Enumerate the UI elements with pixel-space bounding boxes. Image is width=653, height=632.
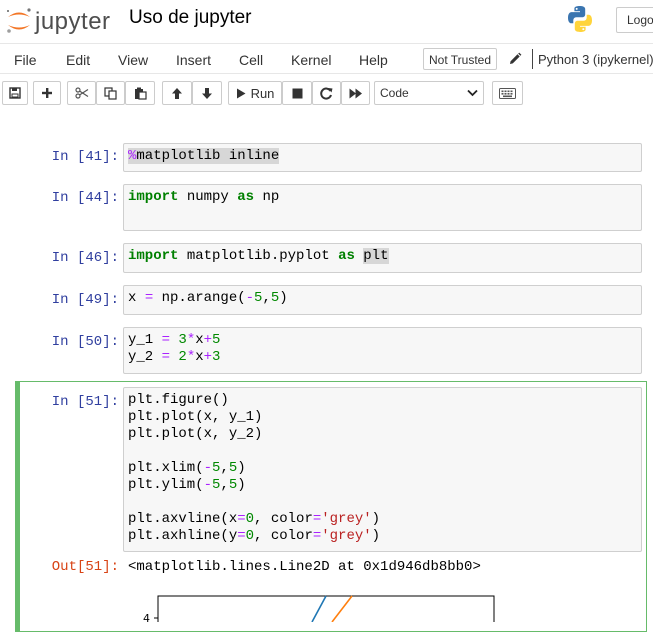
y-tick-label: 4	[143, 612, 150, 622]
kernel-indicator[interactable]: Python 3 (ipykernel)	[538, 52, 653, 67]
code-editor[interactable]: import matplotlib.pyplot as plt	[123, 243, 642, 273]
code-line: y_2 = 2*x+3	[128, 349, 221, 365]
code-line: plt.plot(x, y_1)	[128, 409, 263, 425]
logout-button[interactable]: Logout	[616, 7, 653, 33]
input-prompt: In [44]:	[51, 190, 119, 206]
input-prompt: In [46]:	[51, 250, 119, 266]
menu-edit[interactable]: Edit	[66, 52, 90, 68]
menu-help[interactable]: Help	[359, 52, 388, 68]
run-button-label: Run	[250, 85, 275, 101]
menubar: File Edit View Insert Cell Kernel Help N…	[0, 43, 653, 74]
cut-button[interactable]	[67, 81, 96, 105]
input-prompt: In [41]:	[51, 149, 119, 165]
move-up-button[interactable]	[162, 81, 192, 105]
code-cell-selected[interactable]: In [51]: plt.figure() plt.plot(x, y_1) p…	[15, 387, 647, 553]
menu-insert[interactable]: Insert	[176, 52, 211, 68]
notebook-title[interactable]: Uso de jupyter	[129, 7, 252, 29]
code-line: import numpy as np	[128, 189, 280, 205]
copy-button[interactable]	[96, 81, 125, 105]
main-toolbar: Run Code	[0, 74, 653, 114]
code-line: plt.xlim(-5,5)	[128, 460, 246, 476]
paste-icon	[134, 87, 147, 100]
chevron-down-icon	[467, 89, 478, 97]
code-editor[interactable]: x = np.arange(-5,5)	[123, 285, 642, 315]
code-editor[interactable]: import numpy as np	[123, 184, 642, 231]
menu-file[interactable]: File	[14, 52, 37, 68]
arrow-down-icon	[202, 87, 212, 99]
plot-axes-frame	[157, 595, 495, 622]
code-line: plt.axhline(y=0, color='grey')	[128, 528, 381, 544]
interrupt-kernel-button[interactable]	[282, 81, 312, 105]
jupyter-logo-icon	[7, 8, 31, 33]
paste-button[interactable]	[125, 81, 155, 105]
fast-forward-icon	[349, 88, 362, 98]
code-cell[interactable]: In [46]: import matplotlib.pyplot as plt	[15, 243, 647, 273]
code-line: plt.plot(x, y_2)	[128, 426, 263, 442]
logo-wordmark: jupyter	[35, 8, 111, 35]
kernel-separator	[532, 49, 533, 69]
code-editor[interactable]: %matplotlib inline	[123, 143, 642, 172]
arrow-up-icon	[172, 87, 182, 99]
cell-type-value: Code	[380, 86, 409, 100]
run-button[interactable]: Run	[228, 81, 282, 105]
notebook-header: jupyter Uso de jupyter Logout	[0, 0, 653, 43]
cell-type-select[interactable]: Code	[374, 81, 484, 105]
keyboard-icon	[499, 88, 516, 99]
command-palette-button[interactable]	[492, 81, 523, 105]
output-prompt: Out[51]:	[51, 559, 119, 575]
code-cell[interactable]: In [41]: %matplotlib inline	[15, 143, 647, 173]
input-prompt: In [50]:	[51, 334, 119, 350]
not-trusted-button[interactable]: Not Trusted	[423, 48, 498, 70]
play-icon	[236, 88, 246, 98]
code-line: plt.axvline(x=0, color='grey')	[128, 511, 381, 527]
menu-kernel[interactable]: Kernel	[291, 52, 331, 68]
output-text: <matplotlib.lines.Line2D at 0x1d946db8bb…	[128, 559, 481, 575]
menu-cell[interactable]: Cell	[239, 52, 263, 68]
plus-icon	[42, 88, 52, 98]
code-line: import matplotlib.pyplot as plt	[128, 248, 389, 264]
python-logo-icon	[565, 4, 595, 34]
code-editor[interactable]: plt.figure() plt.plot(x, y_1) plt.plot(x…	[123, 387, 642, 552]
code-line: y_1 = 3*x+5	[128, 332, 221, 348]
code-editor[interactable]: y_1 = 3*x+5 y_2 = 2*x+3	[123, 327, 642, 374]
pencil-icon[interactable]	[508, 52, 522, 66]
insert-cell-button[interactable]	[33, 81, 61, 105]
menu-view[interactable]: View	[118, 52, 148, 68]
input-prompt: In [49]:	[51, 292, 119, 308]
restart-icon	[320, 87, 333, 99]
restart-run-all-button[interactable]	[341, 81, 370, 105]
jupyter-logo[interactable]: jupyter	[4, 6, 114, 36]
restart-kernel-button[interactable]	[312, 81, 341, 105]
notebook-container[interactable]: In [41]: %matplotlib inline In [44]: imp…	[0, 114, 653, 632]
code-cell[interactable]: In [44]: import numpy as np	[15, 184, 647, 231]
save-icon	[9, 87, 21, 99]
stop-icon	[292, 88, 302, 98]
code-line: x = np.arange(-5,5)	[128, 290, 288, 306]
scissors-icon	[74, 87, 88, 99]
save-button[interactable]	[2, 81, 28, 105]
input-prompt: In [51]:	[51, 394, 119, 410]
move-down-button[interactable]	[192, 81, 222, 105]
code-line: plt.ylim(-5,5)	[128, 477, 246, 493]
code-line: %matplotlib inline	[128, 148, 280, 164]
code-cell[interactable]: In [49]: x = np.arange(-5,5)	[15, 285, 647, 315]
copy-icon	[104, 86, 117, 100]
code-cell[interactable]: In [50]: y_1 = 3*x+5 y_2 = 2*x+3	[15, 327, 647, 374]
code-line: plt.figure()	[128, 392, 229, 408]
